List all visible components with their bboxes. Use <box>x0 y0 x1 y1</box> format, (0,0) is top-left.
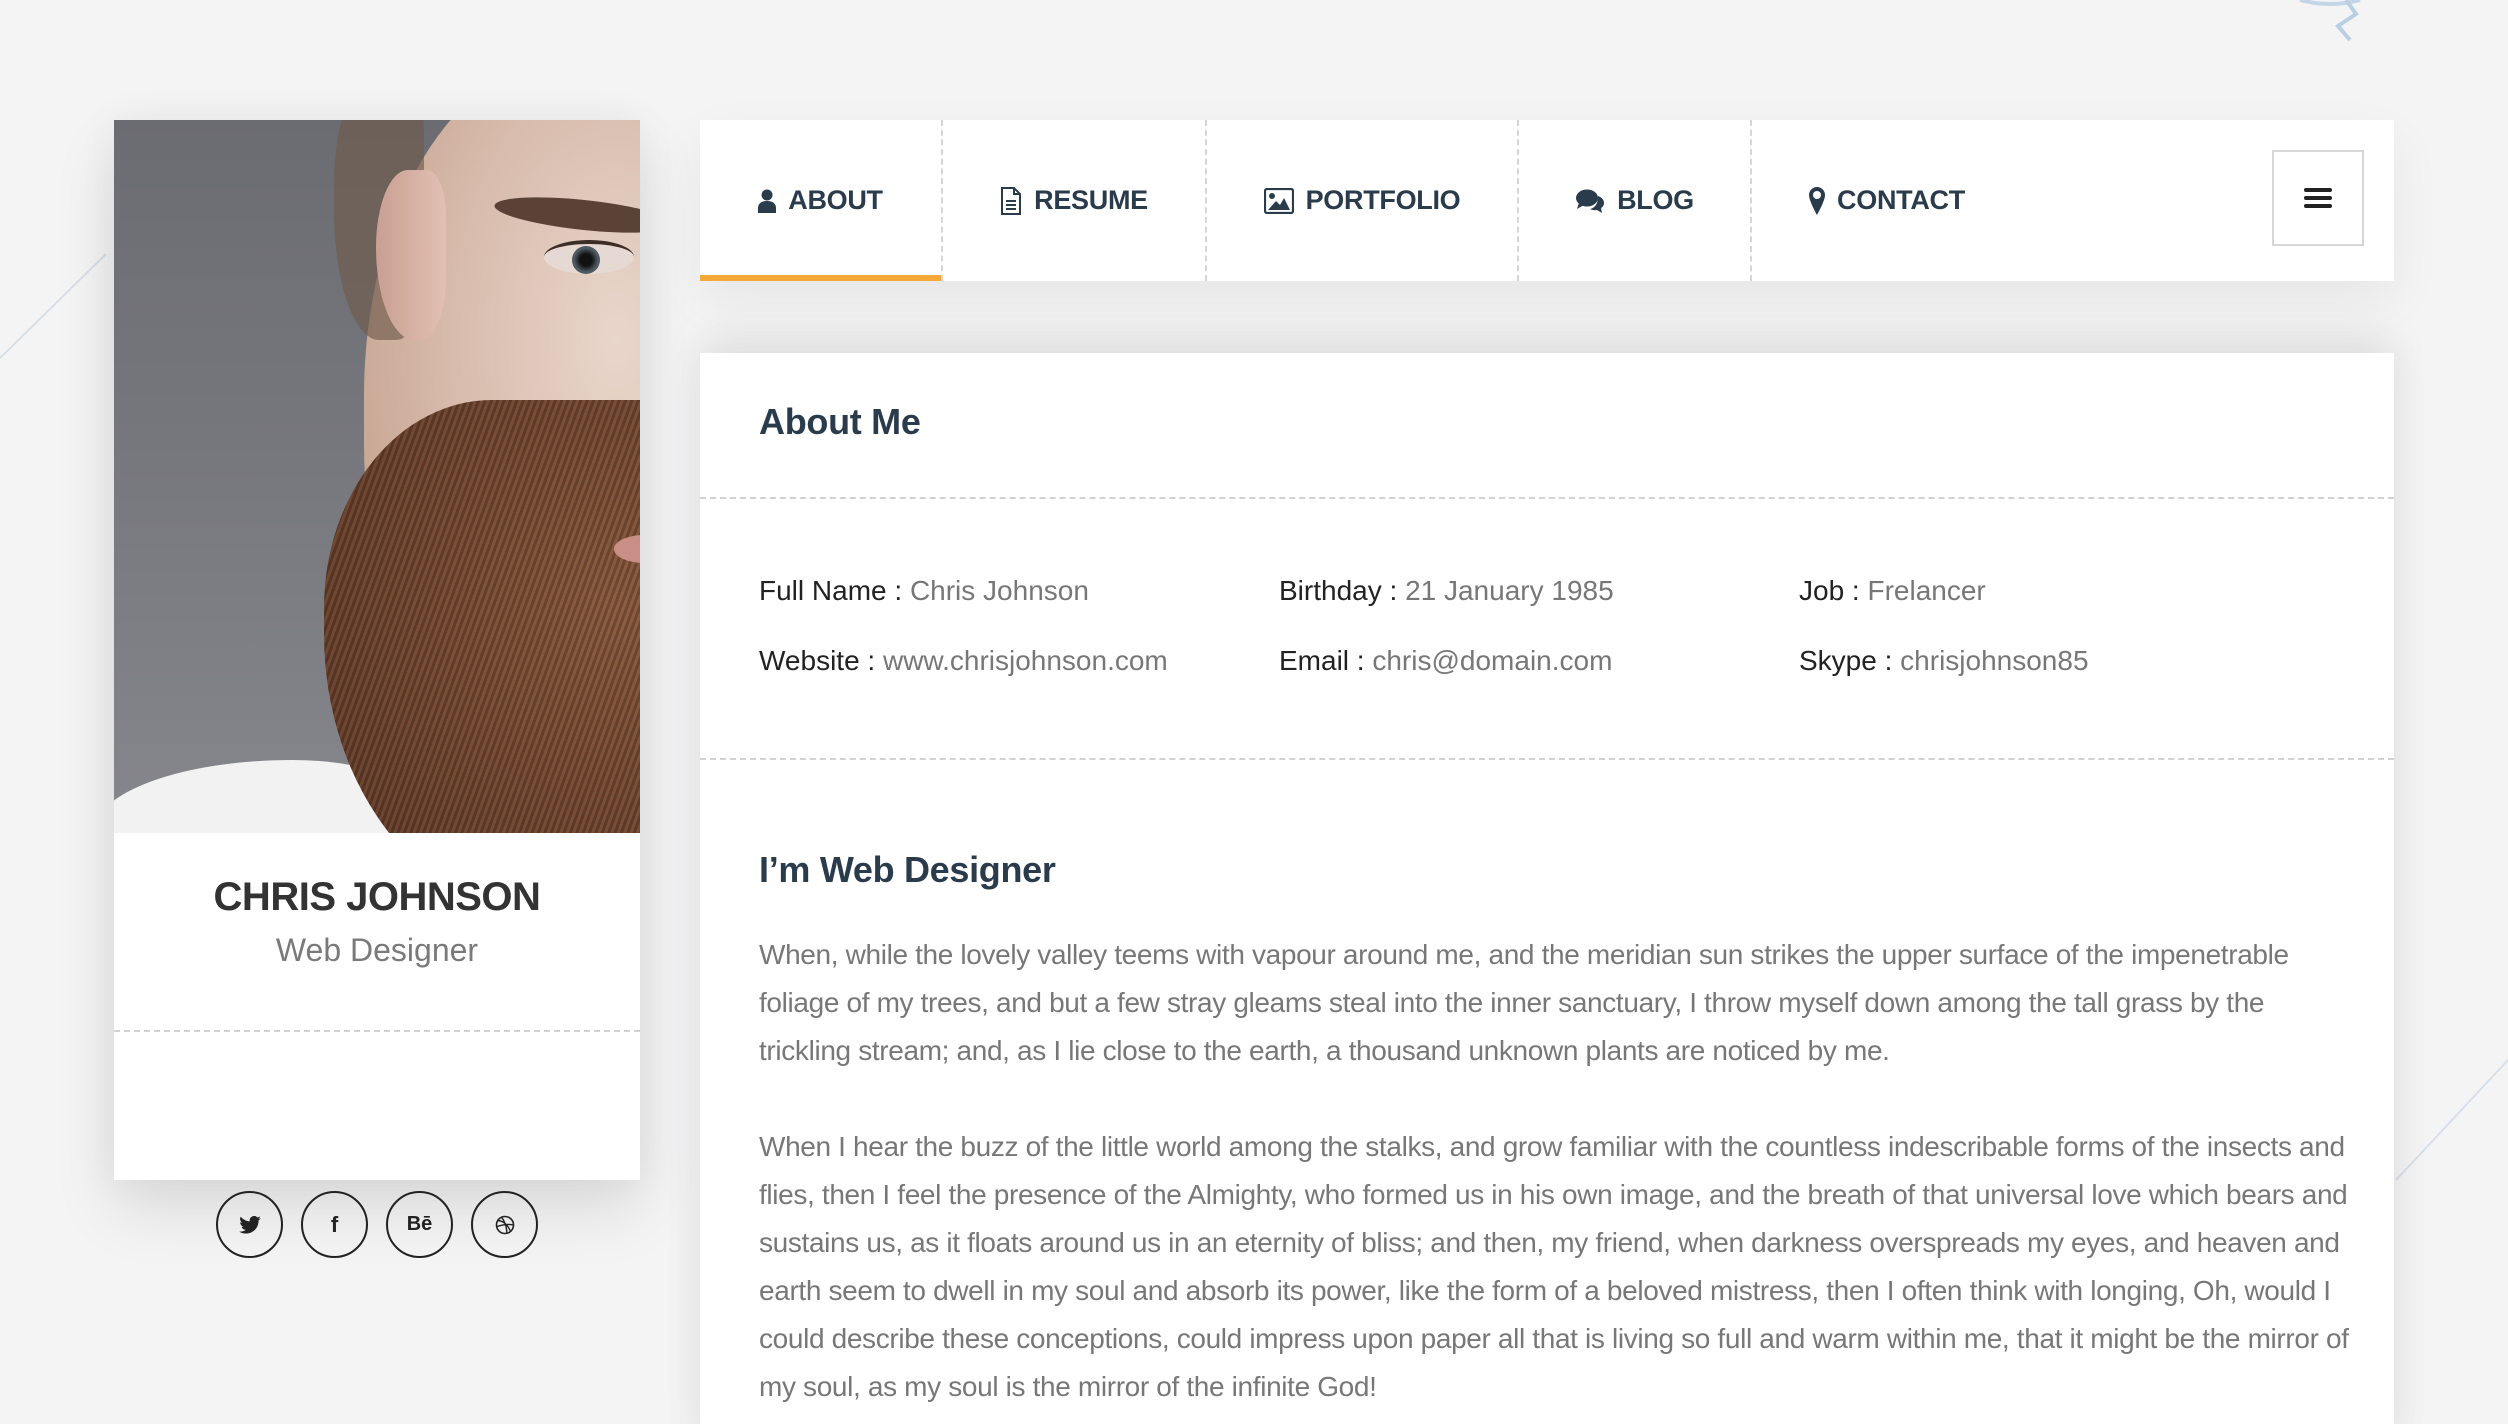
info-birthday: Birthday : 21 January 1985 <box>1279 575 1799 607</box>
social-links: f Bē <box>114 1191 640 1258</box>
map-marker-icon <box>1809 186 1826 215</box>
email-link[interactable]: chris@domain.com <box>1372 645 1612 676</box>
tab-about-label: ABOUT <box>788 185 883 215</box>
info-email: Email : chris@domain.com <box>1279 645 1799 677</box>
tab-blog[interactable]: BLOG <box>1519 120 1752 281</box>
facebook-button[interactable]: f <box>301 1191 368 1258</box>
menu-button[interactable] <box>2272 150 2364 246</box>
deco-line-right <box>2395 1059 2508 1181</box>
deco-squiggle <box>2335 0 2359 42</box>
photo-eye <box>544 240 634 274</box>
behance-icon: Bē <box>406 1213 433 1235</box>
tab-portfolio-label: PORTFOLIO <box>1305 185 1461 215</box>
section-divider <box>700 758 2394 760</box>
profile-title: Web Designer <box>275 932 479 968</box>
info-value: chrisjohnson85 <box>1900 645 2089 676</box>
info-skype: Skype : chrisjohnson85 <box>1799 645 2319 677</box>
info-job: Job : Frelancer <box>1799 575 2319 607</box>
profile-photo <box>114 120 640 833</box>
tab-resume-label: RESUME <box>1034 185 1148 215</box>
subsection-title: I’m Web Designer <box>759 849 1056 890</box>
info-label: Email : <box>1279 645 1365 676</box>
hamburger-icon <box>2304 188 2332 208</box>
deco-line-left <box>0 253 107 359</box>
tab-contact-label: CONTACT <box>1837 185 1965 215</box>
user-icon <box>758 189 777 213</box>
deco-swirl <box>2299 0 2361 6</box>
tab-portfolio[interactable]: PORTFOLIO <box>1207 120 1519 281</box>
bio-paragraph: When I hear the buzz of the little world… <box>759 1131 2349 1402</box>
info-full-name: Full Name : Chris Johnson <box>759 575 1279 607</box>
twitter-icon <box>238 1215 261 1234</box>
tab-contact[interactable]: CONTACT <box>1752 120 2022 281</box>
facebook-icon: f <box>330 1211 339 1237</box>
personal-info: Full Name : Chris Johnson Birthday : 21 … <box>759 575 2319 677</box>
info-label: Website : <box>759 645 876 676</box>
website-link[interactable]: www.chrisjohnson.com <box>883 645 1168 676</box>
bio-paragraph: When, while the lovely valley teems with… <box>759 939 2289 1066</box>
main-nav: ABOUT RESUME PORTFOLIO BLOG CONTACT <box>700 120 2394 281</box>
info-website: Website : www.chrisjohnson.com <box>759 645 1279 677</box>
info-label: Birthday : <box>1279 575 1398 606</box>
tab-resume[interactable]: RESUME <box>943 120 1207 281</box>
info-label: Full Name : <box>759 575 903 606</box>
dribbble-button[interactable] <box>471 1191 538 1258</box>
profile-divider <box>114 1030 640 1032</box>
about-section: About Me Full Name : Chris Johnson Birth… <box>700 353 2394 1424</box>
tab-blog-label: BLOG <box>1617 185 1694 215</box>
dribbble-icon <box>495 1215 514 1234</box>
section-divider <box>700 497 2394 499</box>
behance-button[interactable]: Bē <box>386 1191 453 1258</box>
document-icon <box>1000 186 1022 215</box>
twitter-button[interactable] <box>216 1191 283 1258</box>
info-value: 21 January 1985 <box>1405 575 1614 606</box>
tab-about[interactable]: ABOUT <box>700 120 943 281</box>
info-value: Frelancer <box>1867 575 1986 606</box>
photo-beard <box>324 400 640 833</box>
comments-icon <box>1575 188 1605 214</box>
section-title: About Me <box>759 401 921 442</box>
info-label: Job : <box>1799 575 1860 606</box>
profile-name: CHRIS JOHNSON <box>213 875 541 919</box>
info-label: Skype : <box>1799 645 1893 676</box>
info-value: Chris Johnson <box>909 575 1089 606</box>
image-icon <box>1263 187 1294 214</box>
profile-card: CHRIS JOHNSON Web Designer f Bē <box>114 120 640 1258</box>
